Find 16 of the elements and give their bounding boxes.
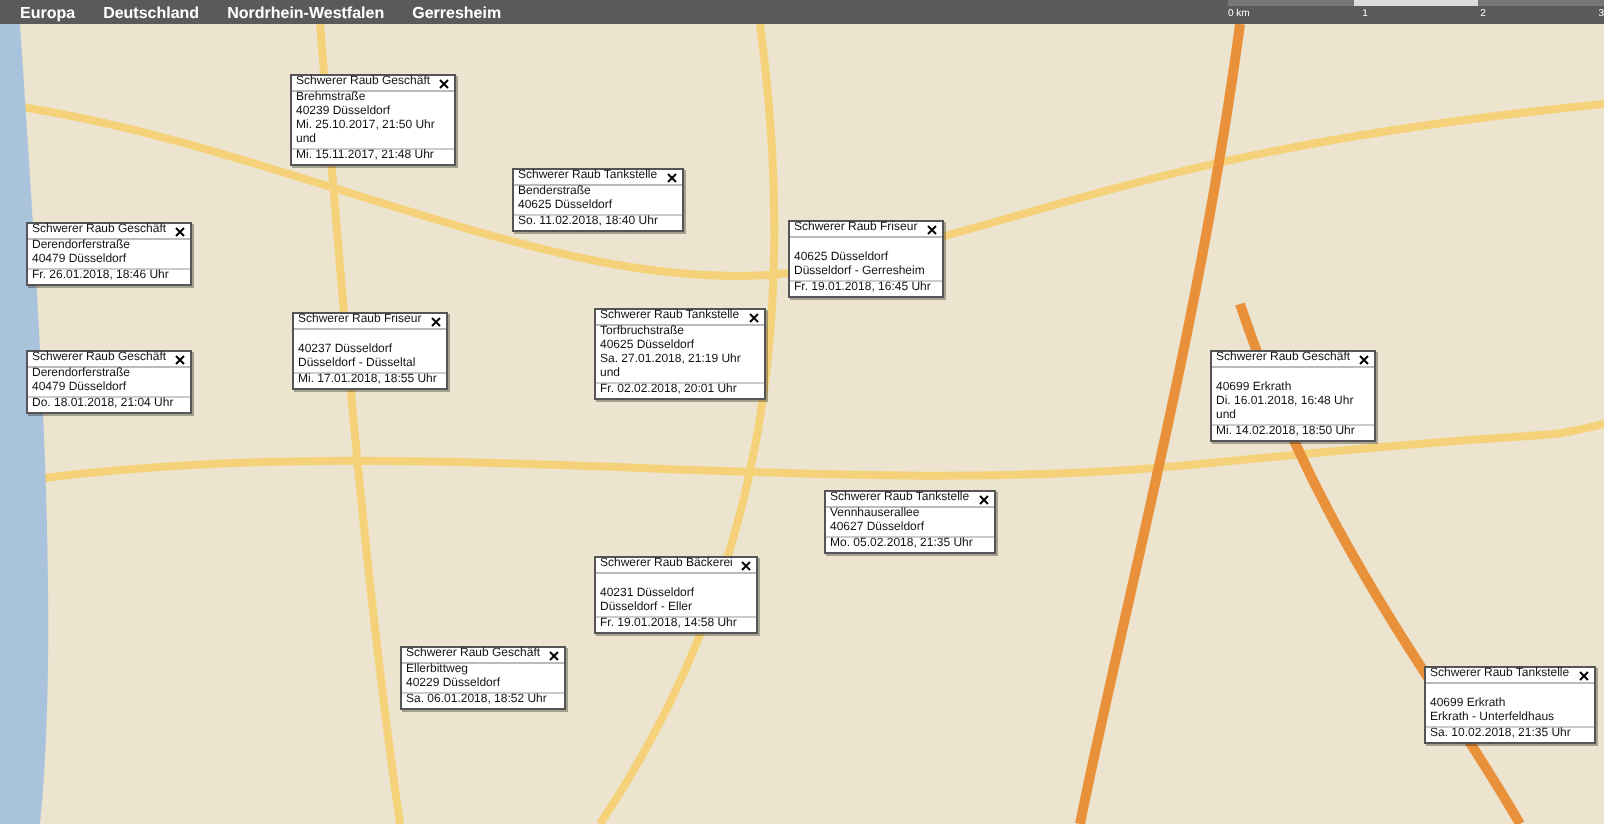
close-icon[interactable] [977, 493, 990, 505]
close-icon[interactable] [665, 171, 678, 183]
breadcrumb-link[interactable]: Gerresheim [412, 3, 502, 21]
close-icon[interactable] [174, 225, 187, 237]
close-icon[interactable] [740, 559, 753, 571]
close-icon[interactable] [429, 315, 442, 327]
breadcrumb-link[interactable]: Europa [20, 3, 76, 21]
close-icon[interactable] [747, 311, 760, 323]
close-icon[interactable] [1358, 353, 1371, 365]
breadcrumb-link[interactable]: Deutschland [103, 3, 200, 21]
close-icon[interactable] [1577, 669, 1590, 681]
close-icon[interactable] [548, 649, 561, 661]
close-icon[interactable] [174, 353, 187, 365]
close-icon[interactable] [925, 223, 938, 235]
close-icon[interactable] [438, 77, 451, 89]
breadcrumb-link[interactable]: Nordrhein-Westfalen [227, 3, 385, 21]
